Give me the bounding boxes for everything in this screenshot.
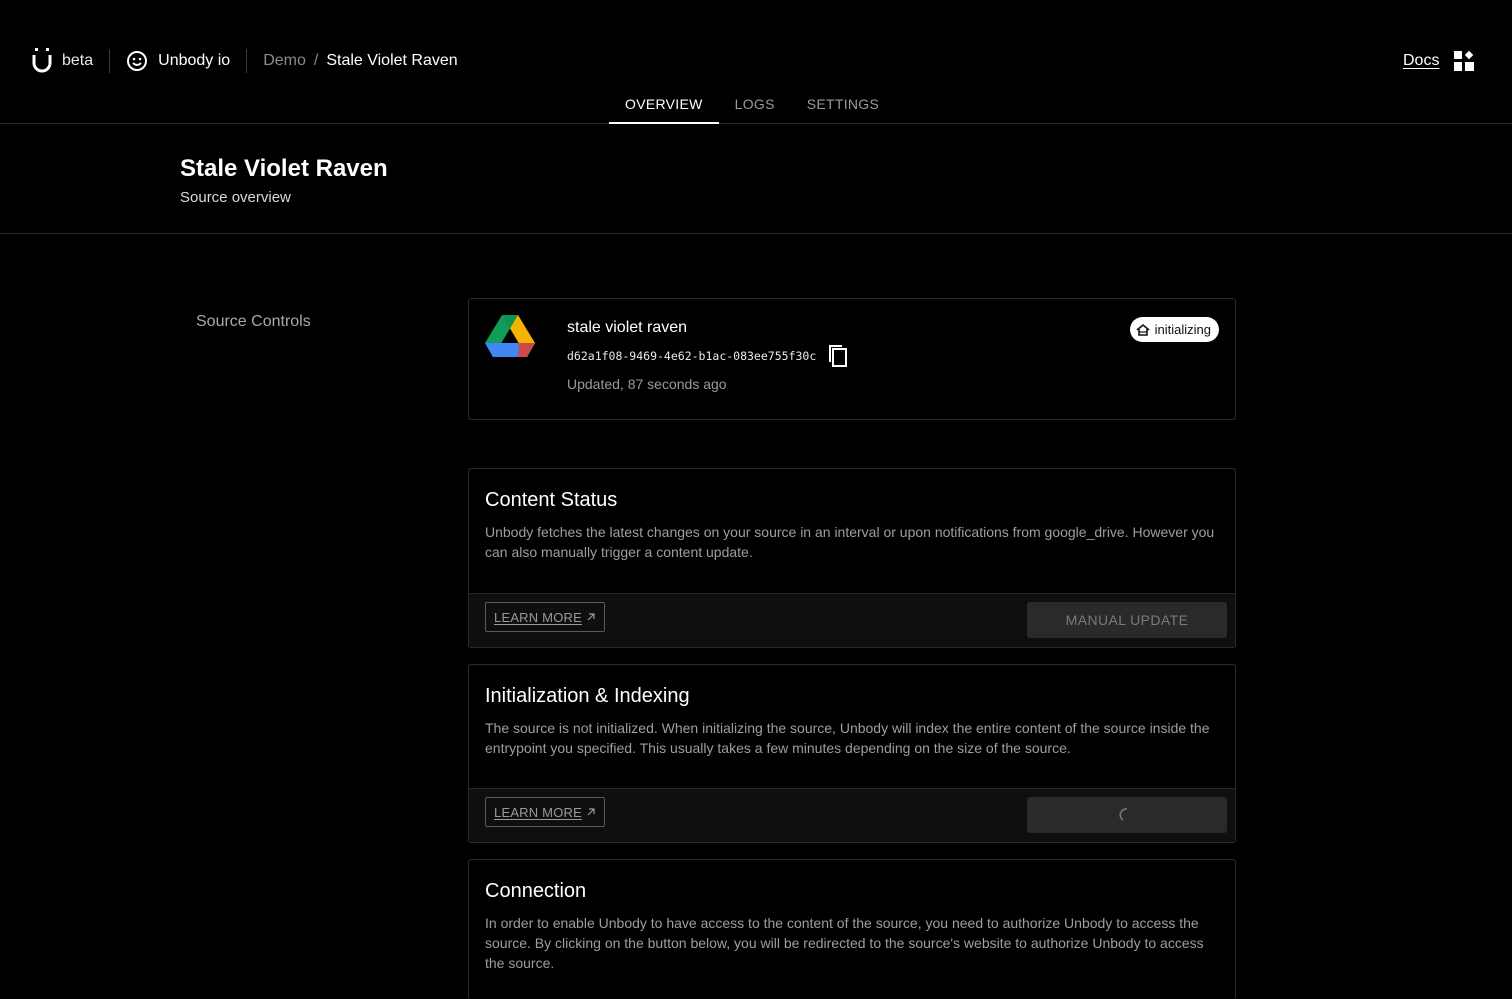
initializing-status-icon — [1136, 323, 1150, 336]
apps-grid-icon[interactable] — [1454, 50, 1474, 71]
source-updated-time: Updated, 87 seconds ago — [567, 376, 727, 392]
status-badge-label: initializing — [1154, 322, 1211, 337]
tab-settings[interactable]: SETTINGS — [791, 88, 895, 124]
card-title: Connection — [485, 880, 587, 902]
divider — [246, 49, 248, 73]
external-link-icon — [587, 808, 595, 816]
learn-more-label: LEARN MORE — [494, 609, 582, 625]
learn-more-label: LEARN MORE — [494, 804, 582, 820]
card-description: The source is not initialized. When init… — [485, 720, 1210, 756]
top-navigation-bar: beta Unbody io Demo / Stale Violet Raven… — [0, 0, 1512, 124]
page-tabs: OVERVIEW LOGS SETTINGS — [609, 88, 895, 124]
card-footer: LEARN MORE — [469, 788, 1235, 842]
card-description: In order to enable Unbody to have access… — [485, 915, 1204, 971]
source-controls-label: Source Controls — [196, 313, 311, 330]
breadcrumb-separator: / — [313, 52, 319, 69]
page-header: Stale Violet Raven Source overview — [0, 125, 1512, 234]
org-switcher[interactable]: Unbody io — [126, 50, 230, 72]
status-badge: initializing — [1129, 317, 1219, 342]
beta-label: beta — [62, 52, 94, 69]
page-subtitle: Source overview — [180, 189, 291, 206]
page-title: Stale Violet Raven — [180, 155, 388, 182]
content-status-card: Content Status Unbody fetches the latest… — [468, 468, 1236, 648]
tab-overview[interactable]: OVERVIEW — [609, 88, 719, 124]
manual-update-button[interactable]: MANUAL UPDATE — [1027, 602, 1227, 638]
org-name: Unbody io — [158, 52, 231, 69]
divider — [109, 49, 111, 73]
source-name: stale violet raven — [567, 319, 688, 336]
source-summary-card: stale violet raven d62a1f08-9469-4e62-b1… — [468, 298, 1236, 420]
breadcrumb-project-link[interactable]: Demo — [263, 52, 306, 70]
connection-card: Connection In order to enable Unbody to … — [468, 859, 1236, 999]
card-description: Unbody fetches the latest changes on you… — [485, 524, 1215, 560]
copy-icon[interactable] — [827, 344, 849, 368]
learn-more-button[interactable]: LEARN MORE — [485, 797, 605, 827]
card-footer: LEARN MORE MANUAL UPDATE — [469, 593, 1235, 647]
card-title: Initialization & Indexing — [485, 685, 690, 707]
tab-logs[interactable]: LOGS — [719, 88, 791, 124]
smiley-face-icon — [127, 51, 148, 71]
breadcrumb-current-source[interactable]: Stale Violet Raven — [326, 52, 457, 70]
initialization-card: Initialization & Indexing The source is … — [468, 664, 1236, 843]
learn-more-button[interactable]: LEARN MORE — [485, 602, 605, 632]
unbody-logo-icon[interactable] — [32, 48, 52, 74]
loading-spinner-icon — [1119, 808, 1128, 821]
initialize-button[interactable] — [1027, 797, 1227, 833]
docs-link[interactable]: Docs — [1403, 52, 1439, 70]
source-id: d62a1f08-9469-4e62-b1ac-083ee755f30c — [567, 349, 817, 363]
card-title: Content Status — [485, 489, 618, 511]
breadcrumb: beta Unbody io Demo / Stale Violet Raven — [32, 46, 458, 76]
google-drive-icon — [485, 315, 535, 357]
external-link-icon — [587, 613, 595, 621]
